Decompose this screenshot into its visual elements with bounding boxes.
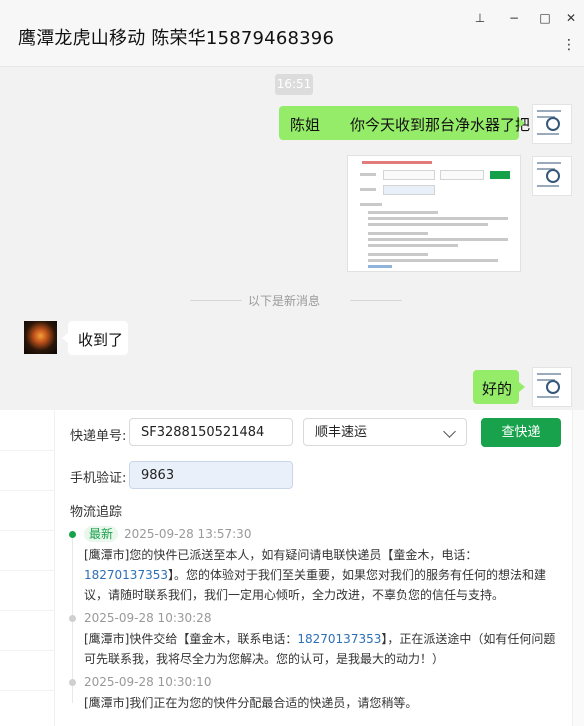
chat-window: 鹰潭龙虎山移动 陈荣华15879468396 ⊥ − □ ✕ ⋮ 16:51 陈… xyxy=(0,0,584,726)
divider-label: 以下是新消息 xyxy=(248,294,321,308)
contact-avatar[interactable] xyxy=(24,321,57,354)
pin-icon[interactable]: ⊥ xyxy=(469,8,491,28)
carrier-select[interactable]: 顺丰速运 xyxy=(303,418,467,446)
more-options-icon[interactable]: ⋮ xyxy=(560,36,578,54)
my-avatar[interactable] xyxy=(532,367,572,407)
scrollbar[interactable] xyxy=(572,410,584,726)
incoming-message-bubble[interactable]: 收到了 xyxy=(62,321,128,355)
event-text: [鹰潭市]您的快件已派送至本人，如有疑问请电联快递员【童金木，电话：182701… xyxy=(84,548,546,602)
chat-title: 鹰潭龙虎山移动 陈荣华15879468396 xyxy=(18,28,335,49)
tracking-number-label: 快递单号: xyxy=(70,429,127,444)
timeline-dot xyxy=(69,679,76,686)
phone-verify-input[interactable]: 9863 xyxy=(129,461,293,489)
message-list[interactable]: 16:51 陈姐 你今天收到那台净水器了把 以下是新消息 收到了 好的 xyxy=(0,67,584,410)
courier-phone-link[interactable]: 18270137353 xyxy=(84,568,168,582)
minimize-icon[interactable]: − xyxy=(503,8,525,28)
event-text: [鹰潭市]快件交给【童金木，联系电话：18270137353】，正在派送途中（如… xyxy=(84,632,556,666)
new-messages-divider: 以下是新消息 xyxy=(180,292,410,308)
timeline-dot xyxy=(69,615,76,622)
outgoing-message-bubble[interactable]: 好的 xyxy=(473,370,525,404)
event-text: [鹰潭市]我们正在为您的快件分配最合适的快递员，请您稍等。 xyxy=(84,696,418,710)
event-time: 2025-09-28 10:30:28 xyxy=(84,611,212,625)
outgoing-message-bubble[interactable]: 陈姐 你今天收到那台净水器了把 xyxy=(279,106,530,140)
message-text: 好的 xyxy=(482,380,513,398)
chevron-down-icon xyxy=(443,425,456,438)
message-text: 收到了 xyxy=(78,331,124,349)
message-text: 陈姐 你今天收到那台净水器了把 xyxy=(290,116,531,134)
carrier-select-value: 顺丰速运 xyxy=(315,425,368,440)
tracking-number-input[interactable]: SF3288150521484 xyxy=(129,418,293,446)
background-sheet xyxy=(0,410,55,726)
my-avatar[interactable] xyxy=(532,156,572,196)
timeline-dot-latest xyxy=(69,531,76,538)
shared-image-message[interactable] xyxy=(347,155,521,272)
latest-badge: 最新 xyxy=(84,526,119,542)
express-query-panel: 快递单号: SF3288150521484 顺丰速运 查快递 手机验证: 986… xyxy=(0,410,584,726)
phone-verify-label: 手机验证: xyxy=(70,471,127,486)
event-time: 2025-09-28 13:57:30 xyxy=(124,527,252,541)
event-time: 2025-09-28 10:30:10 xyxy=(84,675,212,689)
time-stamp: 16:51 xyxy=(275,74,313,95)
courier-phone-link[interactable]: 18270137353 xyxy=(297,632,381,646)
my-avatar[interactable] xyxy=(532,104,572,144)
close-icon[interactable]: ✕ xyxy=(560,8,582,28)
maximize-icon[interactable]: □ xyxy=(534,8,556,28)
query-express-button[interactable]: 查快递 xyxy=(481,418,561,447)
tracking-section-title: 物流追踪 xyxy=(70,505,123,520)
title-bar: 鹰潭龙虎山移动 陈荣华15879468396 ⊥ − □ ✕ ⋮ xyxy=(0,0,584,67)
